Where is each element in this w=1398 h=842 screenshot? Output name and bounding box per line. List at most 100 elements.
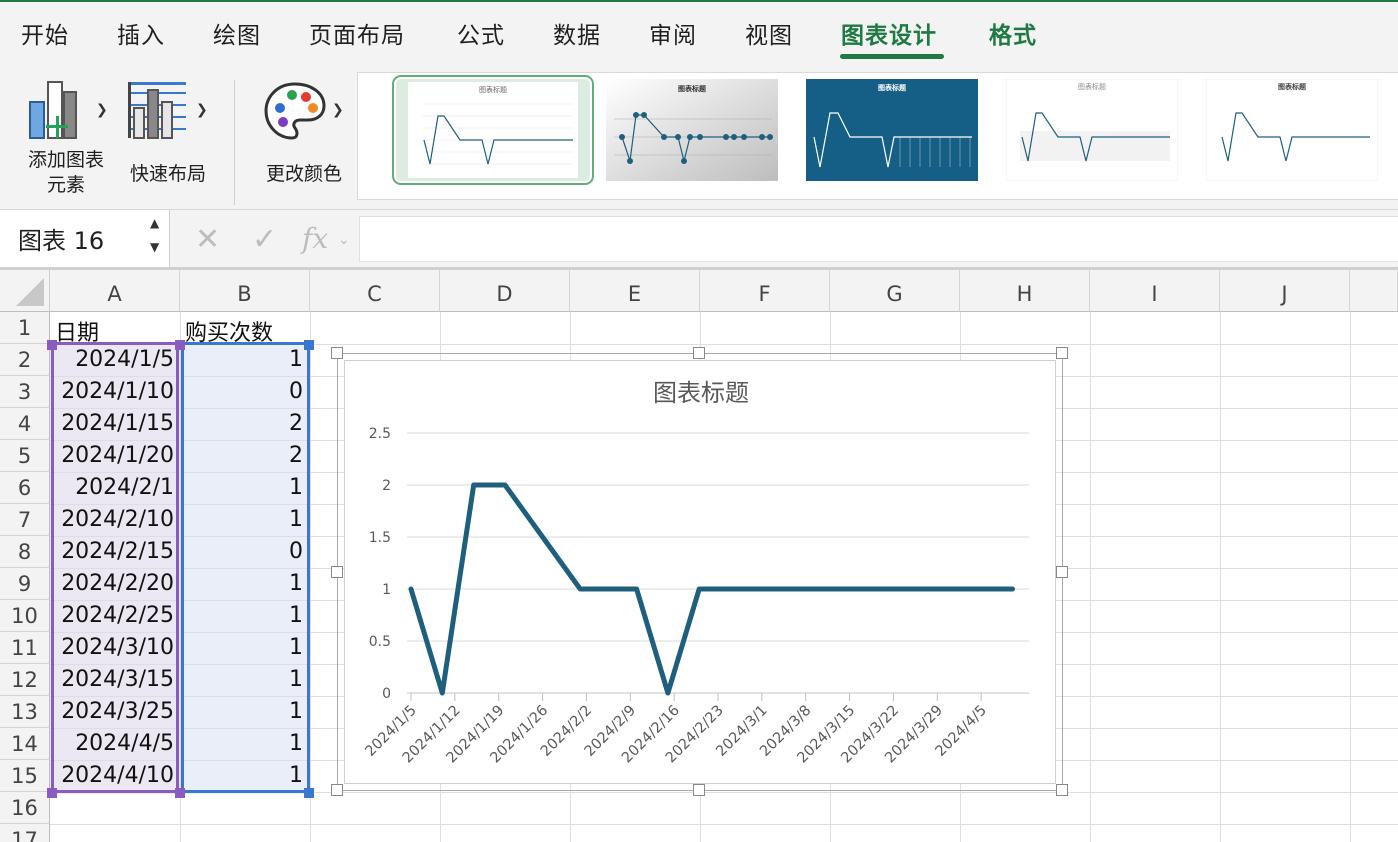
tab-data[interactable]: 数据: [553, 16, 601, 50]
chart-resize-handle[interactable]: [1056, 566, 1068, 578]
chart-style-5[interactable]: 图表标题: [1205, 78, 1379, 182]
chart-style-2[interactable]: 图表标题: [606, 79, 778, 181]
tab-chart-design[interactable]: 图表设计: [841, 16, 937, 50]
cancel-icon[interactable]: ✕: [195, 222, 220, 257]
row-header[interactable]: 2: [0, 344, 50, 376]
tab-view[interactable]: 视图: [745, 16, 793, 50]
quick-layout-icon: [128, 82, 186, 139]
palette-icon: [264, 82, 326, 140]
ribbon-chart-design: ❯ 添加图表 元素 ❯ 快速布局 ❯ 更改颜色 图表标题 图表标题 图表标题 图…: [0, 62, 1398, 210]
quick-layout-chevron-icon: ❯: [196, 102, 208, 118]
grid-line: [1220, 312, 1221, 842]
row-header[interactable]: 16: [0, 792, 50, 824]
row-header[interactable]: 10: [0, 600, 50, 632]
range-handle[interactable]: [175, 788, 185, 798]
name-box-value: 图表 16: [18, 227, 105, 255]
chart-style-1[interactable]: 图表标题: [392, 75, 594, 185]
function-chevron-icon[interactable]: ⌄: [338, 232, 350, 248]
row-header[interactable]: 9: [0, 568, 50, 600]
row-header[interactable]: 8: [0, 536, 50, 568]
range-handle[interactable]: [304, 340, 314, 350]
tab-review[interactable]: 审阅: [649, 16, 697, 50]
row-header[interactable]: 17: [0, 824, 50, 842]
svg-text:图表标题: 图表标题: [479, 85, 507, 94]
row-header[interactable]: 13: [0, 696, 50, 728]
column-header-i[interactable]: I: [1090, 268, 1220, 312]
chart-object[interactable]: 图表标题 0 0.5 1 1.5 2 2.5 2024/1/5 2024/1/12 2024/…: [331, 347, 1068, 796]
add-chart-element-chevron-icon: ❯: [96, 102, 108, 118]
range-handle[interactable]: [47, 788, 57, 798]
chart-resize-handle[interactable]: [693, 347, 705, 359]
row-header[interactable]: 5: [0, 440, 50, 472]
tab-draw[interactable]: 绘图: [213, 16, 261, 50]
change-colors-chevron-icon: ❯: [332, 102, 344, 118]
svg-text:图表标题: 图表标题: [1078, 82, 1106, 91]
tab-insert[interactable]: 插入: [117, 16, 165, 50]
chart-resize-handle[interactable]: [331, 347, 343, 359]
chart-resize-handle[interactable]: [331, 566, 343, 578]
tab-formulas[interactable]: 公式: [457, 16, 505, 50]
svg-text:图表标题: 图表标题: [1278, 82, 1307, 91]
chart-style-4[interactable]: 图表标题: [1005, 78, 1179, 182]
chart-resize-handle[interactable]: [1056, 784, 1068, 796]
range-handle[interactable]: [304, 788, 314, 798]
row-header[interactable]: 6: [0, 472, 50, 504]
select-all-button[interactable]: [0, 268, 50, 312]
range-handle[interactable]: [47, 340, 57, 350]
chart-style-2-preview: 图表标题: [606, 79, 778, 181]
column-header-e[interactable]: E: [570, 268, 700, 312]
row-header[interactable]: 7: [0, 504, 50, 536]
y-tick-label: 1: [382, 582, 391, 598]
y-tick-label: 0.5: [369, 634, 391, 650]
name-box-down-icon[interactable]: ▼: [150, 240, 159, 254]
formula-input[interactable]: [359, 216, 1398, 262]
row-header[interactable]: 1: [0, 312, 50, 344]
row-header[interactable]: 4: [0, 408, 50, 440]
row-header[interactable]: 12: [0, 664, 50, 696]
change-colors-button[interactable]: ❯ 更改颜色: [256, 76, 352, 186]
column-header-f[interactable]: F: [700, 268, 830, 312]
column-header-j[interactable]: J: [1220, 268, 1350, 312]
add-chart-element-button[interactable]: ❯ 添加图表 元素: [18, 76, 114, 201]
chart-title[interactable]: 图表标题: [653, 379, 749, 407]
grid-line: [1090, 312, 1091, 842]
row-header[interactable]: 14: [0, 728, 50, 760]
row-header[interactable]: 15: [0, 760, 50, 792]
row-header[interactable]: 3: [0, 376, 50, 408]
tab-format[interactable]: 格式: [989, 16, 1037, 50]
chart-resize-handle[interactable]: [331, 784, 343, 796]
tab-page-layout[interactable]: 页面布局: [309, 16, 405, 50]
name-box[interactable]: 图表 16 ▲ ▼: [0, 210, 170, 267]
chart-style-1-preview: 图表标题: [408, 82, 578, 178]
column-header-g[interactable]: G: [830, 268, 960, 312]
insert-function-icon[interactable]: fx: [302, 222, 328, 255]
row-header[interactable]: 11: [0, 632, 50, 664]
selection-border-values: [181, 342, 310, 793]
grid-line: [50, 824, 1398, 825]
chart-area[interactable]: 图表标题 0 0.5 1 1.5 2 2.5 2024/1/5 2024/1/12 2024/…: [344, 360, 1056, 784]
tab-home[interactable]: 开始: [21, 16, 69, 50]
formula-bar: 图表 16 ▲ ▼ ✕ ✓ fx ⌄: [0, 210, 1398, 268]
column-header-b[interactable]: B: [180, 268, 310, 312]
column-header-h[interactable]: H: [960, 268, 1090, 312]
quick-layout-button[interactable]: ❯ 快速布局: [120, 76, 216, 186]
column-header-d[interactable]: D: [440, 268, 570, 312]
chart-styles-gallery: 图表标题 图表标题 图表标题 图表标题 图表标题: [357, 72, 1398, 200]
column-header-a[interactable]: A: [50, 268, 180, 312]
column-header-k[interactable]: [1350, 268, 1398, 312]
chart-style-5-preview: 图表标题: [1205, 78, 1379, 182]
selection-border-dates: [51, 342, 179, 793]
y-tick-label: 1.5: [369, 530, 391, 546]
chart-style-3[interactable]: 图表标题: [806, 79, 978, 181]
column-header-c[interactable]: C: [310, 268, 440, 312]
ribbon-separator: [234, 80, 235, 205]
line-chart: 图表标题 00.511.522.5 2024/1/52024/1/122024/…: [362, 379, 1029, 766]
add-chart-element-label-2: 元素: [46, 174, 85, 196]
range-handle[interactable]: [175, 340, 185, 350]
name-box-up-icon[interactable]: ▲: [150, 216, 159, 230]
ribbon-tab-bar: 开始 插入 绘图 页面布局 公式 数据 审阅 视图 图表设计 格式: [0, 0, 1398, 62]
enter-check-icon[interactable]: ✓: [252, 222, 277, 257]
grid-line: [1350, 312, 1351, 842]
chart-resize-handle[interactable]: [693, 784, 705, 796]
chart-resize-handle[interactable]: [1056, 347, 1068, 359]
